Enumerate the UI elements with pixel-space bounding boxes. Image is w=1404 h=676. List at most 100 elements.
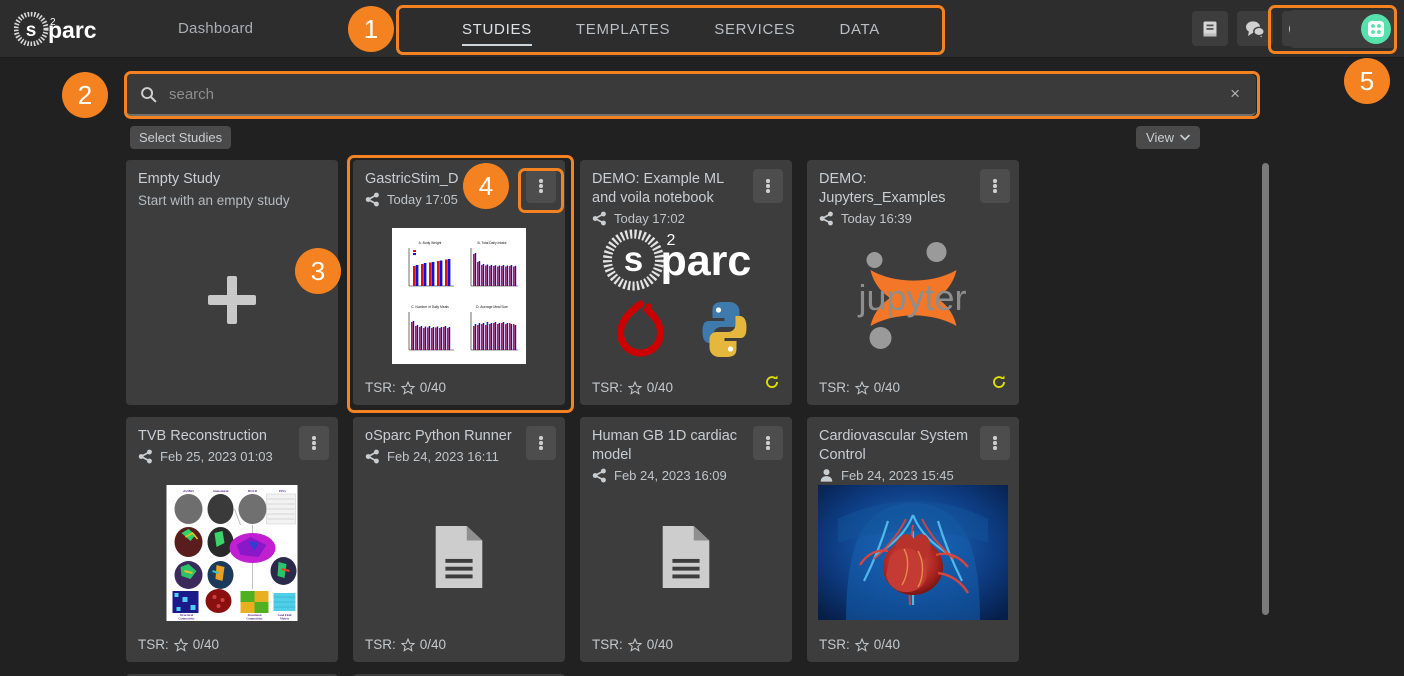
annotation-badge-5: 5 <box>1344 58 1390 104</box>
star-icon <box>854 637 869 652</box>
tsr-label: TSR: <box>138 637 169 652</box>
tsr-rating: TSR: 0/40 <box>365 637 446 652</box>
tsr-label: TSR: <box>365 380 396 395</box>
user-menu[interactable] <box>1290 10 1396 48</box>
clear-search-icon[interactable]: × <box>1226 84 1244 104</box>
star-icon <box>627 380 642 395</box>
select-studies-button[interactable]: Select Studies <box>130 126 232 149</box>
card-menu-button[interactable] <box>753 426 783 460</box>
card-title: Empty Study <box>138 171 221 187</box>
tab-services[interactable]: SERVICES <box>692 15 817 46</box>
card-date: Feb 24, 2023 16:09 <box>614 468 727 483</box>
card-menu-button[interactable] <box>753 169 783 203</box>
card-title: DEMO: Jupyters_Examples <box>819 171 946 206</box>
menu-dot <box>539 436 543 440</box>
bar-chart-panels-thumbnail: A. Body Weight B. Total Daily Intake C. … <box>392 228 526 364</box>
person-icon <box>820 469 833 482</box>
card-title: TVB Reconstruction <box>138 428 267 444</box>
avatar[interactable] <box>1361 14 1391 44</box>
tsr-value: 0/40 <box>419 380 447 395</box>
card-meta: Feb 24, 2023 16:11 <box>365 449 553 464</box>
vertical-scrollbar[interactable] <box>1262 163 1269 615</box>
card-menu-button[interactable] <box>980 426 1010 460</box>
refresh-icon-yellow[interactable] <box>764 374 780 395</box>
share-icon <box>592 468 606 483</box>
svg-text:Anatomical: Anatomical <box>213 489 229 493</box>
menu-dot <box>993 441 997 445</box>
view-label: View <box>1146 130 1174 145</box>
tsr-rating: TSR: 0/40 <box>592 380 673 395</box>
card-tvb-reconstruction[interactable]: TVB Reconstruction Feb 25, 2023 01:03 dw… <box>126 417 338 662</box>
share-icon <box>365 449 379 464</box>
card-subtitle: Start with an empty study <box>138 193 290 208</box>
search-bar: × <box>126 74 1256 116</box>
card-date: Feb 25, 2023 01:03 <box>160 449 273 464</box>
view-dropdown-button[interactable]: View <box>1136 126 1200 149</box>
card-title: Cardiovascular System Control <box>819 428 969 463</box>
tsr-value: 0/40 <box>419 637 447 652</box>
menu-dot <box>993 189 997 193</box>
card-human-gb-1d-cardiac-model[interactable]: Human GB 1D cardiac model Feb 24, 2023 1… <box>580 417 792 662</box>
tsr-value: 0/40 <box>873 380 901 395</box>
menu-dot <box>766 441 770 445</box>
dashboard-page: s 2 parc Dashboard STUDIES TEMPLATES SER… <box>0 0 1404 676</box>
card-date: Feb 24, 2023 15:45 <box>841 468 954 483</box>
share-icon <box>138 449 152 464</box>
search-input[interactable] <box>169 85 1227 103</box>
star-icon <box>400 637 415 652</box>
tsr-value: 0/40 <box>646 637 674 652</box>
search-box[interactable]: × <box>126 74 1256 116</box>
svg-text:Connectivity: Connectivity <box>246 617 263 621</box>
menu-dot <box>539 441 543 445</box>
svg-text:D. Average Meal Size: D. Average Meal Size <box>476 305 508 309</box>
card-meta: Feb 25, 2023 01:03 <box>138 449 326 464</box>
svg-text:C. Number of Daily Meals: C. Number of Daily Meals <box>411 305 449 309</box>
svg-text:B. Total Daily Intake: B. Total Daily Intake <box>477 241 506 245</box>
svg-text:jupyter: jupyter <box>857 277 966 318</box>
card-demo-example-ml[interactable]: DEMO: Example ML and voila notebook Toda… <box>580 160 792 405</box>
svg-text:s: s <box>624 240 643 279</box>
refresh-icon-yellow[interactable] <box>991 374 1007 395</box>
svg-text:EEG: EEG <box>279 489 286 493</box>
dashboard-label[interactable]: Dashboard <box>178 20 253 37</box>
card-osparc-python-runner[interactable]: oSparc Python Runner Feb 24, 2023 16:11 <box>353 417 565 662</box>
card-menu-button[interactable] <box>526 169 556 203</box>
menu-dot <box>312 446 316 450</box>
studies-grid: Empty Study Start with an empty study Ga… <box>126 160 1258 676</box>
card-gastricstim[interactable]: GastricStim_D Today 17:05 A. Body Weight… <box>353 160 565 405</box>
menu-dot <box>539 446 543 450</box>
sparc-pytorch-python-logos-thumbnail: s 2 parc <box>599 222 774 367</box>
menu-dot <box>539 189 543 193</box>
tab-templates[interactable]: TEMPLATES <box>554 15 692 46</box>
menu-dot <box>766 189 770 193</box>
menu-dot <box>766 179 770 183</box>
jupyter-logo-thumbnail: jupyter <box>831 226 996 366</box>
tsr-label: TSR: <box>365 637 396 652</box>
card-title: oSparc Python Runner <box>365 428 512 444</box>
card-menu-button[interactable] <box>526 426 556 460</box>
brain-imaging-pipeline-thumbnail: dwMRI Anatomical BOLD EEG Structural Con… <box>166 485 298 621</box>
sparc-logo[interactable]: s 2 parc <box>14 11 122 47</box>
star-icon <box>627 637 642 652</box>
menu-dot <box>312 436 316 440</box>
svg-text:dwMRI: dwMRI <box>183 489 194 493</box>
card-menu-button[interactable] <box>980 169 1010 203</box>
studies-toolbar: Select Studies View <box>130 126 1266 152</box>
chat-support-icon[interactable] <box>1237 11 1273 46</box>
card-cardiovascular-system-control[interactable]: Cardiovascular System Control Feb 24, 20… <box>807 417 1019 662</box>
tab-data[interactable]: DATA <box>817 15 902 46</box>
card-title: GastricStim_D <box>365 171 459 187</box>
svg-text:BOLD: BOLD <box>248 489 258 493</box>
card-demo-jupyters-examples[interactable]: DEMO: Jupyters_Examples Today 16:39 jupy… <box>807 160 1019 405</box>
card-title: Human GB 1D cardiac model <box>592 428 738 463</box>
heart-anatomy-image-thumbnail <box>818 485 1008 620</box>
manual-book-icon[interactable] <box>1192 11 1228 46</box>
tsr-rating: TSR: 0/40 <box>365 380 446 395</box>
card-menu-button[interactable] <box>299 426 329 460</box>
menu-dot <box>312 441 316 445</box>
tab-studies[interactable]: STUDIES <box>440 15 554 46</box>
card-meta: Feb 24, 2023 16:09 <box>592 468 780 483</box>
card-empty-study[interactable]: Empty Study Start with an empty study <box>126 160 338 405</box>
tsr-rating: TSR: 0/40 <box>819 380 900 395</box>
menu-dot <box>993 184 997 188</box>
